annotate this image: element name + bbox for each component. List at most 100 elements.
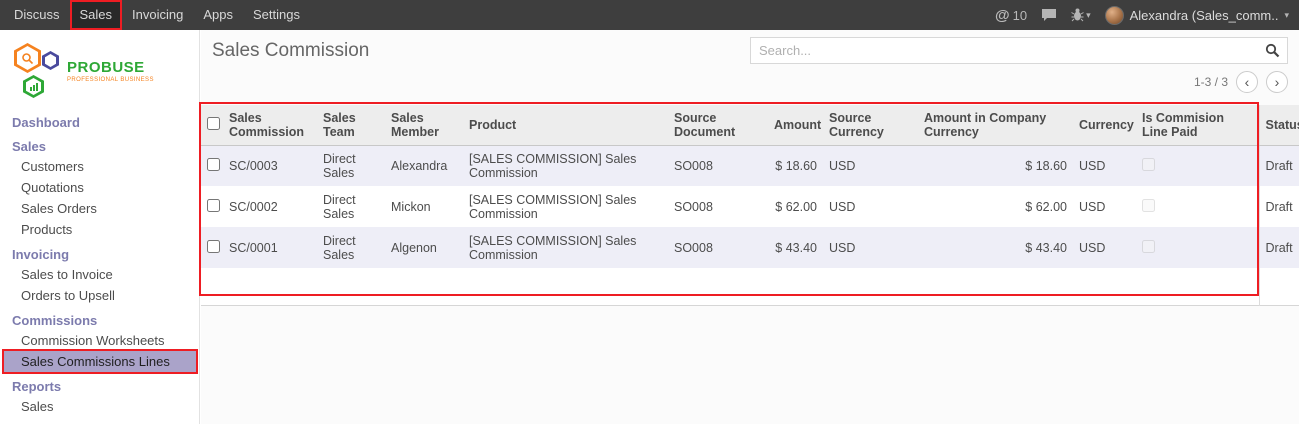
cell-product: [SALES COMMISSION] Sales Commission — [463, 186, 668, 227]
row-select-checkbox[interactable] — [207, 240, 220, 253]
sidebar-item-orders-to-upsell[interactable]: Orders to Upsell — [0, 285, 199, 306]
cell-source-currency: USD — [823, 227, 918, 268]
menu-sales[interactable]: Sales — [70, 0, 123, 30]
is-paid-checkbox[interactable] — [1142, 199, 1155, 212]
pager-range: 1-3 / 3 — [1194, 75, 1228, 89]
cell-status: Draft — [1259, 145, 1299, 186]
cell-source-currency: USD — [823, 186, 918, 227]
pager-previous-button[interactable]: ‹ — [1236, 71, 1258, 93]
cell-source-document: SO008 — [668, 186, 768, 227]
cell-sales-team: Direct Sales — [317, 145, 385, 186]
cell-sales-commission: SC/0002 — [223, 186, 317, 227]
is-paid-checkbox[interactable] — [1142, 240, 1155, 253]
probuse-logo-icon — [12, 43, 60, 101]
messages-icon[interactable] — [1041, 8, 1057, 22]
row-select-checkbox[interactable] — [207, 199, 220, 212]
sidebar-header-sales[interactable]: Sales — [0, 132, 199, 156]
sidebar-item-sales-commissions-lines[interactable]: Sales Commissions Lines — [4, 351, 196, 372]
table-row[interactable]: SC/0003 Direct Sales Alexandra [SALES CO… — [201, 145, 1299, 186]
cell-currency: USD — [1073, 186, 1136, 227]
commission-lines-table: Sales Commission Sales Team Sales Member… — [201, 105, 1299, 306]
control-panel: Sales Commission 1-3 / 3 ‹ › — [201, 30, 1299, 105]
sidebar-item-commission-worksheets[interactable]: Commission Worksheets — [0, 330, 199, 351]
column-header-currency[interactable]: Currency — [1073, 105, 1136, 145]
column-header-source-document[interactable]: Source Document — [668, 105, 768, 145]
table-row[interactable]: SC/0002 Direct Sales Mickon [SALES COMMI… — [201, 186, 1299, 227]
menu-invoicing[interactable]: Invoicing — [122, 0, 193, 30]
cell-status: Draft — [1259, 186, 1299, 227]
caret-down-icon: ▾ — [1086, 10, 1091, 21]
menu-apps[interactable]: Apps — [193, 0, 243, 30]
search-input[interactable] — [751, 43, 1257, 58]
menu-discuss[interactable]: Discuss — [4, 0, 70, 30]
cell-amount-company: $ 18.60 — [918, 145, 1073, 186]
mention-count: 10 — [1013, 8, 1027, 23]
cell-sales-commission: SC/0001 — [223, 227, 317, 268]
cell-sales-member: Mickon — [385, 186, 463, 227]
cell-currency: USD — [1073, 145, 1136, 186]
debug-menu[interactable]: ▾ — [1071, 8, 1091, 22]
column-header-sales-team[interactable]: Sales Team — [317, 105, 385, 145]
column-header-is-paid[interactable]: Is Commision Line Paid — [1136, 105, 1259, 145]
cell-amount: $ 18.60 — [768, 145, 823, 186]
select-all-cell — [201, 105, 223, 145]
chat-bubble-icon — [1041, 8, 1057, 22]
row-select-checkbox[interactable] — [207, 158, 220, 171]
sidebar-item-sales-orders[interactable]: Sales Orders — [0, 198, 199, 219]
column-header-status[interactable]: Status — [1259, 105, 1299, 145]
select-all-checkbox[interactable] — [207, 117, 220, 130]
cell-status: Draft — [1259, 227, 1299, 268]
probuse-logo: PROBUSE PROFESSIONAL BUSINESS — [0, 30, 199, 108]
cell-source-currency: USD — [823, 145, 918, 186]
column-header-product[interactable]: Product — [463, 105, 668, 145]
sidebar-item-sales-to-invoice[interactable]: Sales to Invoice — [0, 264, 199, 285]
chevron-right-icon: › — [1275, 74, 1280, 90]
logo-subtitle: PROFESSIONAL BUSINESS — [67, 77, 154, 84]
sidebar-header-dashboard[interactable]: Dashboard — [0, 108, 199, 132]
sidebar-header-invoicing[interactable]: Invoicing — [0, 240, 199, 264]
sidebar-header-reports[interactable]: Reports — [0, 372, 199, 396]
sidebar-header-commissions[interactable]: Commissions — [0, 306, 199, 330]
mention-icon: @ — [995, 7, 1010, 24]
sidebar-item-reports-sales[interactable]: Sales — [0, 396, 199, 417]
topbar-right-tools: @ 10 ▾ Alexandra (Sales_comm.. — [995, 0, 1299, 30]
cell-sales-team: Direct Sales — [317, 186, 385, 227]
hexagon-green-icon — [23, 75, 44, 98]
sidebar-item-quotations[interactable]: Quotations — [0, 177, 199, 198]
user-name: Alexandra (Sales_comm.. — [1130, 8, 1279, 23]
column-header-sales-commission[interactable]: Sales Commission — [223, 105, 317, 145]
cell-sales-team: Direct Sales — [317, 227, 385, 268]
bug-icon — [1071, 8, 1084, 22]
cell-currency: USD — [1073, 227, 1136, 268]
caret-down-icon: ▾ — [1284, 10, 1289, 21]
sidebar-item-products[interactable]: Products — [0, 219, 199, 240]
sidebar-item-customers[interactable]: Customers — [0, 156, 199, 177]
hexagon-magnifier-icon — [14, 43, 41, 73]
cell-is-paid — [1136, 227, 1259, 268]
column-header-sales-member[interactable]: Sales Member — [385, 105, 463, 145]
cell-source-document: SO008 — [668, 145, 768, 186]
search-icon — [1265, 43, 1280, 58]
column-header-source-currency[interactable]: Source Currency — [823, 105, 918, 145]
pager-next-button[interactable]: › — [1266, 71, 1288, 93]
user-avatar — [1105, 6, 1124, 25]
cell-amount: $ 62.00 — [768, 186, 823, 227]
table-row[interactable]: SC/0001 Direct Sales Algenon [SALES COMM… — [201, 227, 1299, 268]
column-header-amount[interactable]: Amount — [768, 105, 823, 145]
row-select-cell — [201, 186, 223, 227]
chevron-left-icon: ‹ — [1245, 74, 1250, 90]
search-button[interactable] — [1257, 38, 1287, 63]
menu-settings[interactable]: Settings — [243, 0, 310, 30]
pager: 1-3 / 3 ‹ › — [1194, 71, 1288, 93]
row-select-cell — [201, 227, 223, 268]
page-title: Sales Commission — [212, 40, 369, 62]
user-menu[interactable]: Alexandra (Sales_comm.. ▾ — [1105, 6, 1289, 25]
empty-row — [201, 268, 1299, 305]
row-select-cell — [201, 145, 223, 186]
column-header-amount-company-currency[interactable]: Amount in Company Currency — [918, 105, 1073, 145]
cell-amount: $ 43.40 — [768, 227, 823, 268]
logo-title: PROBUSE — [67, 60, 154, 77]
is-paid-checkbox[interactable] — [1142, 158, 1155, 171]
hexagon-blue-icon — [42, 51, 59, 70]
mention-counter[interactable]: @ 10 — [995, 7, 1027, 24]
